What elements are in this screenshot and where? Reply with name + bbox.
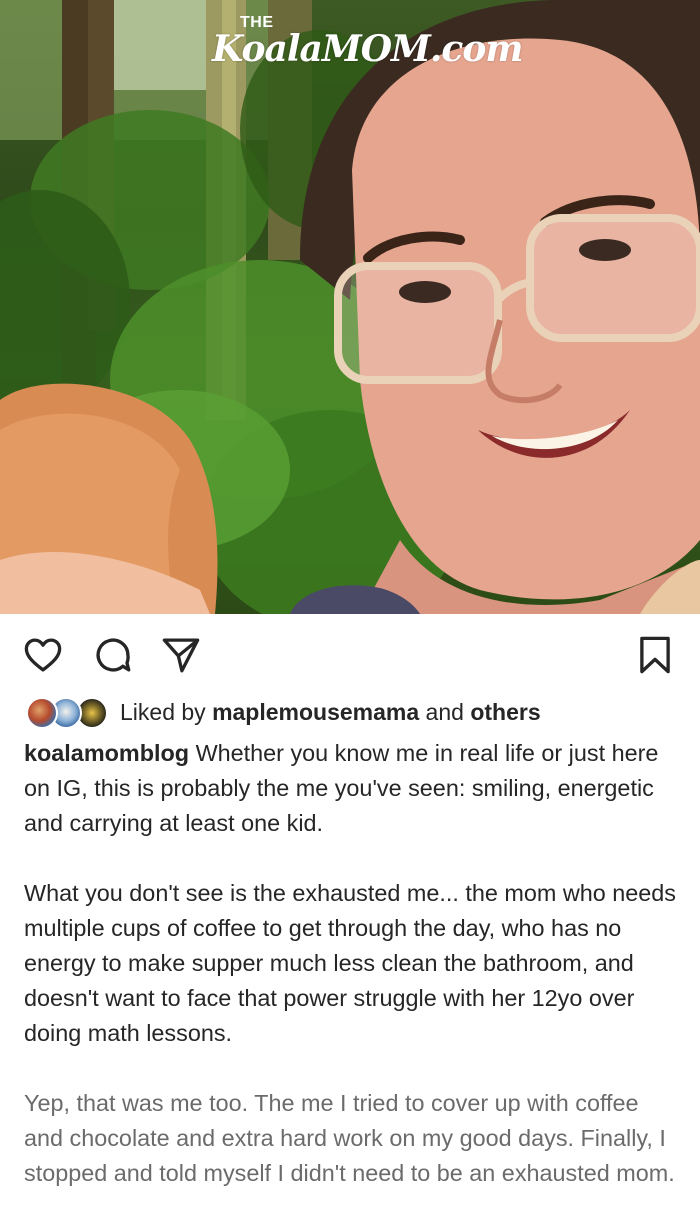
avatar[interactable] bbox=[26, 697, 58, 729]
post-action-bar bbox=[0, 614, 700, 690]
bookmark-icon[interactable] bbox=[634, 634, 676, 676]
comment-bubble-icon[interactable] bbox=[92, 634, 134, 676]
likes-text: Liked by maplemousemama and others bbox=[120, 699, 541, 726]
paper-plane-icon[interactable] bbox=[160, 634, 202, 676]
post-caption: koalamomblog Whether you know me in real… bbox=[24, 736, 684, 1226]
likes-others-link[interactable]: others bbox=[470, 699, 540, 725]
caption-paragraph: koalamomblog Whether you know me in real… bbox=[24, 736, 684, 841]
likes-prefix: Liked by bbox=[120, 698, 206, 725]
liker-username-link[interactable]: maplemousemama bbox=[212, 699, 419, 725]
liker-avatars[interactable] bbox=[26, 695, 110, 729]
watermark-brand: KoalaMOM.com bbox=[212, 28, 523, 70]
post-photo[interactable]: THE KoalaMOM.com bbox=[0, 0, 700, 614]
site-watermark-logo: THE KoalaMOM.com bbox=[206, 12, 523, 72]
likes-row[interactable]: Liked by maplemousemama and others bbox=[26, 694, 541, 730]
likes-conjunction: and bbox=[425, 698, 464, 725]
caption-paragraph: What you don't see is the exhausted me..… bbox=[24, 880, 676, 1046]
caption-paragraph: Yep, that was me too. The me I tried to … bbox=[24, 1090, 675, 1186]
caption-username-link[interactable]: koalamomblog bbox=[24, 740, 189, 766]
heart-icon[interactable] bbox=[22, 634, 64, 676]
photo-illustration bbox=[0, 0, 700, 614]
